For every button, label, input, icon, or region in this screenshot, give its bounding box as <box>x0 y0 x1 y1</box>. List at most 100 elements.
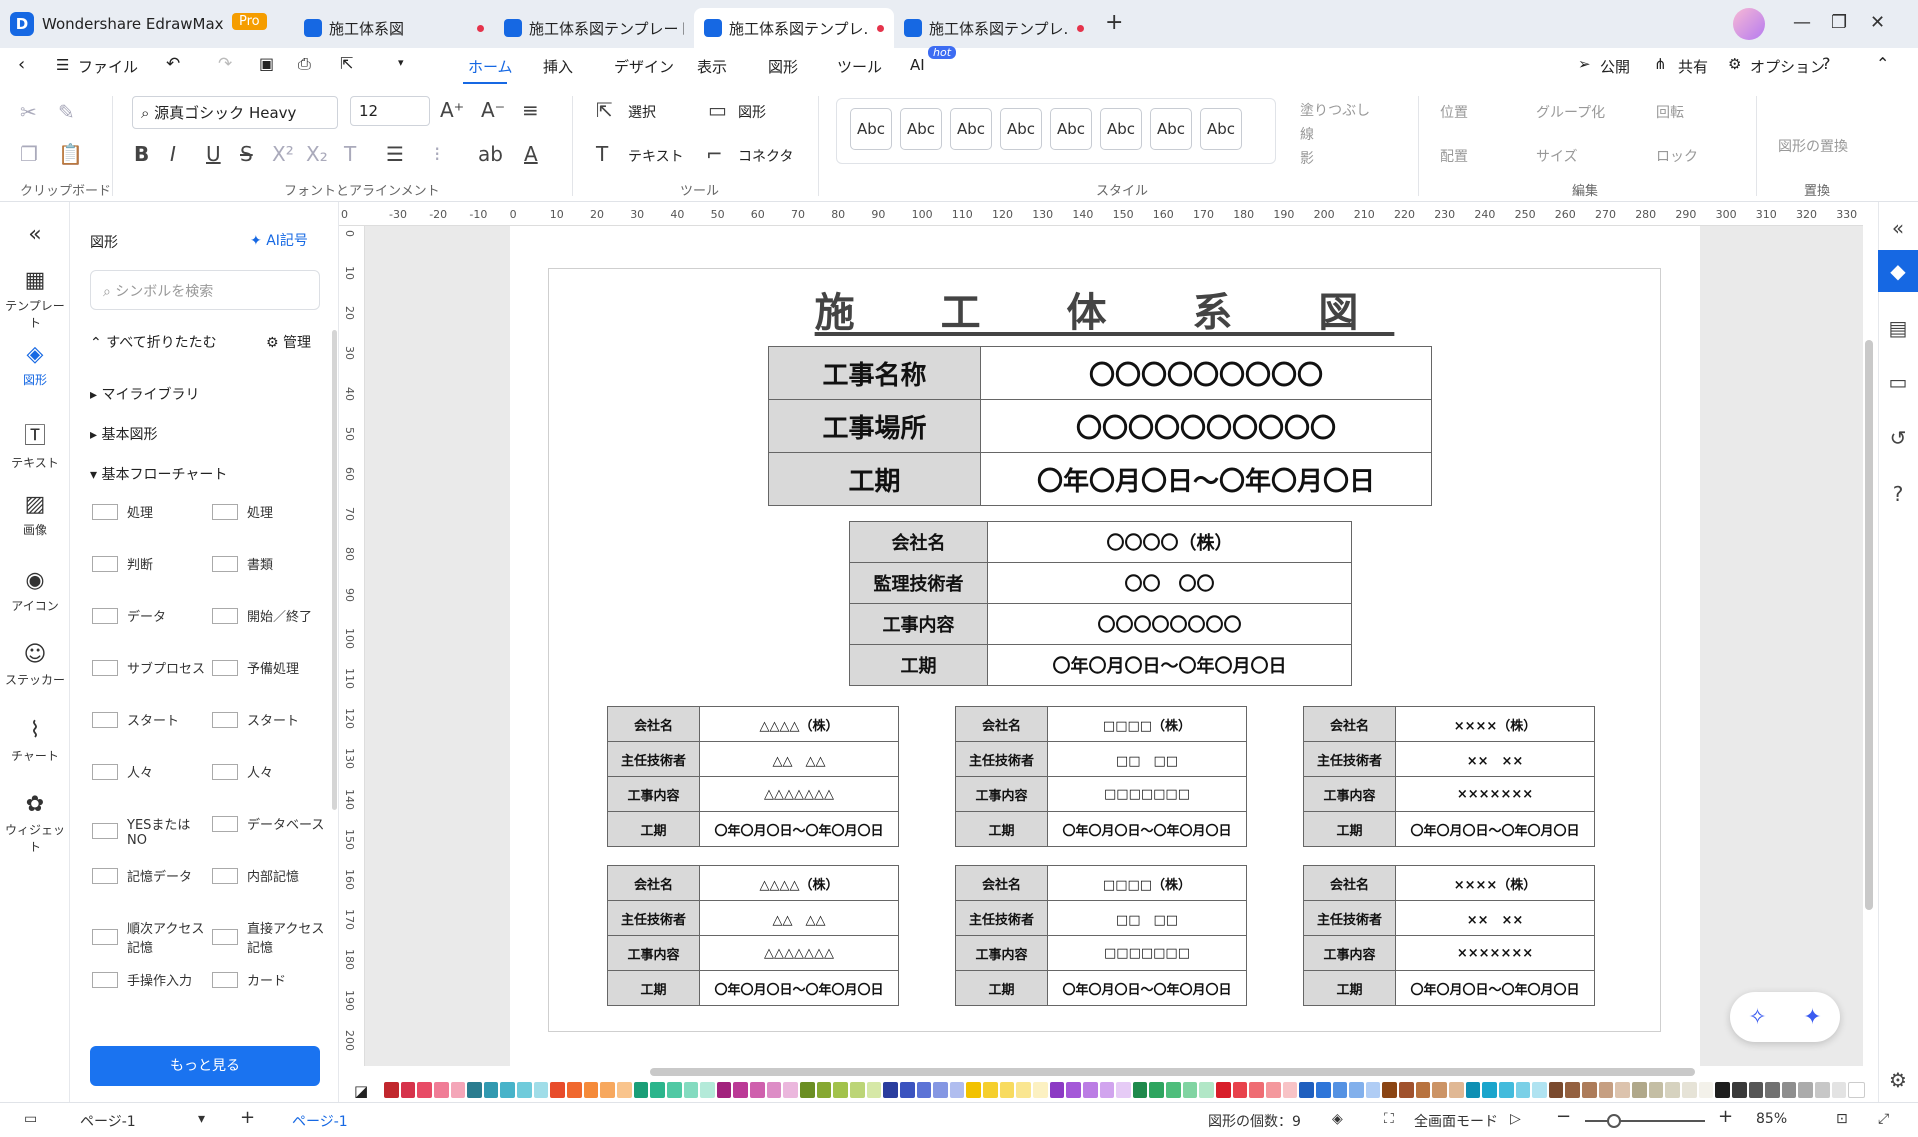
table-cell-label[interactable]: 監理技術者 <box>849 562 988 604</box>
save-icon[interactable]: ▣ <box>259 54 274 73</box>
color-swatch[interactable] <box>1349 1082 1364 1098</box>
fit-page-icon[interactable]: ⊡ <box>1836 1111 1848 1127</box>
shape-item[interactable]: 開始／終了 <box>212 606 327 625</box>
table-cell-label[interactable]: 工事内容 <box>955 776 1048 812</box>
table-cell-value[interactable]: 〇年〇月〇日～〇年〇月〇日 <box>980 452 1432 506</box>
color-swatch[interactable] <box>483 1082 499 1098</box>
redo-icon[interactable]: ↷ <box>218 54 232 74</box>
connector-tool[interactable]: コネクタ <box>738 146 793 166</box>
font-color-icon[interactable]: A <box>524 142 538 166</box>
table-cell-label[interactable]: 会社名 <box>849 521 988 563</box>
color-swatch[interactable] <box>1815 1082 1830 1098</box>
table-cell-label[interactable]: 主任技術者 <box>607 741 700 777</box>
table-cell-value[interactable]: □□□□（株） <box>1047 865 1247 901</box>
color-swatch[interactable] <box>1232 1082 1248 1098</box>
table-cell-value[interactable]: □□ □□ <box>1047 900 1247 936</box>
collapse-panel-icon[interactable]: « <box>0 222 70 247</box>
color-swatch[interactable] <box>533 1082 549 1098</box>
rail-templates[interactable]: ▦ テンプレート <box>0 268 70 331</box>
menu-home[interactable]: ホーム <box>468 56 513 77</box>
color-swatch[interactable] <box>567 1082 582 1098</box>
color-swatch[interactable] <box>833 1082 848 1098</box>
table-cell-label[interactable]: 会社名 <box>1303 865 1396 901</box>
table-cell-value[interactable]: □□ □□ <box>1047 741 1247 777</box>
color-swatch[interactable] <box>650 1082 665 1098</box>
color-swatch[interactable] <box>1698 1082 1714 1098</box>
rail-text[interactable]: 🅃 テキスト <box>0 418 70 471</box>
shape-item[interactable]: データ <box>92 606 207 625</box>
color-swatch[interactable] <box>1132 1082 1148 1098</box>
bold-icon[interactable]: B <box>134 142 149 166</box>
color-swatch[interactable] <box>1731 1082 1747 1098</box>
tab-0[interactable]: 施工体系図 <box>294 8 494 48</box>
customize-icon[interactable]: ▾ <box>398 56 404 69</box>
color-swatch[interactable] <box>433 1082 449 1098</box>
tab-1[interactable]: 施工体系図テンプレート1 <box>494 8 694 48</box>
decrease-font-icon[interactable]: A⁻ <box>481 98 505 122</box>
color-swatch[interactable] <box>1515 1082 1531 1098</box>
shape-item[interactable]: カード <box>212 970 327 989</box>
menu-tools[interactable]: ツール <box>837 56 882 77</box>
select-tool[interactable]: 選択 <box>628 102 656 122</box>
shape-item[interactable]: 判断 <box>92 554 207 573</box>
color-swatch[interactable] <box>1598 1082 1614 1098</box>
color-swatch[interactable] <box>1715 1082 1730 1098</box>
avatar[interactable] <box>1733 8 1765 40</box>
table-cell-label[interactable]: 工事場所 <box>768 399 981 453</box>
gear-icon[interactable]: ⚙ <box>1728 55 1741 73</box>
shape-item[interactable]: 直接アクセス 記憶 <box>212 918 327 956</box>
fullscreen-icon[interactable]: ⛶ <box>1384 1111 1394 1127</box>
table-cell-label[interactable]: 工期 <box>768 452 981 506</box>
increase-font-icon[interactable]: A⁺ <box>440 98 464 122</box>
color-swatch[interactable] <box>1848 1082 1866 1098</box>
color-swatch[interactable] <box>1166 1082 1181 1098</box>
fill-style-icon[interactable]: ◆ <box>1878 250 1918 292</box>
font-size-select[interactable]: 12 <box>350 96 430 126</box>
tab-2-active[interactable]: 施工体系図テンプレ... <box>694 8 894 48</box>
shape-item[interactable]: 記憶データ <box>92 866 207 885</box>
color-swatch[interactable] <box>666 1082 682 1098</box>
play-icon[interactable]: ▷ <box>1510 1111 1521 1127</box>
style-preset-6[interactable]: Abc <box>1100 108 1142 150</box>
menu-design[interactable]: デザイン <box>614 56 674 77</box>
fill-button[interactable]: 塗りつぶし <box>1300 100 1370 120</box>
table-cell-label[interactable]: 工期 <box>849 644 988 686</box>
settings-icon[interactable]: ⚙ <box>1878 1068 1918 1092</box>
bullets-icon[interactable]: ⁝ <box>434 142 440 166</box>
table-cell-label[interactable]: 工事内容 <box>607 935 700 971</box>
rail-stickers[interactable]: ☺ ステッカー <box>0 642 70 688</box>
table-cell-value[interactable]: 〇〇 〇〇 <box>987 562 1352 604</box>
table-cell-value[interactable]: ××××××× <box>1395 776 1595 812</box>
group-button[interactable]: グループ化 <box>1536 102 1605 122</box>
color-swatch[interactable] <box>1116 1082 1131 1098</box>
shape-item[interactable]: YESまたは NO <box>92 814 207 848</box>
table-cell-value[interactable]: 〇年〇月〇日～〇年〇月〇日 <box>1395 811 1595 847</box>
color-swatch[interactable] <box>966 1082 982 1098</box>
zoom-level[interactable]: 85% <box>1756 1111 1787 1127</box>
table-cell-label[interactable]: 工期 <box>955 811 1048 847</box>
menu-shape[interactable]: 図形 <box>768 56 798 77</box>
color-swatch[interactable] <box>1365 1082 1381 1098</box>
table-cell-value[interactable]: 〇年〇月〇日～〇年〇月〇日 <box>987 644 1352 686</box>
table-cell-label[interactable]: 工事内容 <box>1303 776 1396 812</box>
subcontractor-table[interactable]: 会社名 □□□□（株） 主任技術者 □□ □□ 工事内容 □□□□□□□ 工期 〇年〇月〇日～… <box>955 706 1247 847</box>
table-cell-value[interactable]: 〇〇〇〇〇〇〇〇〇 <box>980 346 1432 400</box>
shape-item[interactable]: スタート <box>92 710 207 729</box>
share-icon[interactable]: ⋔ <box>1654 55 1667 73</box>
style-preset-2[interactable]: Abc <box>900 108 942 150</box>
shape-item[interactable]: 内部記憶 <box>212 866 327 885</box>
rotate-button[interactable]: 回転 <box>1656 102 1684 122</box>
color-swatch[interactable] <box>949 1082 965 1098</box>
color-swatch[interactable] <box>1282 1082 1298 1098</box>
fill-bucket-icon[interactable]: ◪ <box>354 1082 368 1100</box>
table-cell-label[interactable]: 会社名 <box>955 706 1048 742</box>
close-icon[interactable]: ✕ <box>1870 12 1885 33</box>
restore-icon[interactable]: ❐ <box>1831 12 1847 33</box>
table-cell-value[interactable]: △△△△△△△ <box>699 935 899 971</box>
manage-button[interactable]: ⚙ 管理 <box>266 332 311 352</box>
strikethrough-icon[interactable]: S <box>240 142 253 166</box>
table-cell-label[interactable]: 工期 <box>1303 970 1396 1006</box>
color-swatch[interactable] <box>1498 1082 1514 1098</box>
publish-button[interactable]: 公開 <box>1600 56 1630 77</box>
expand-icon[interactable]: ⤢ <box>1878 1111 1889 1127</box>
